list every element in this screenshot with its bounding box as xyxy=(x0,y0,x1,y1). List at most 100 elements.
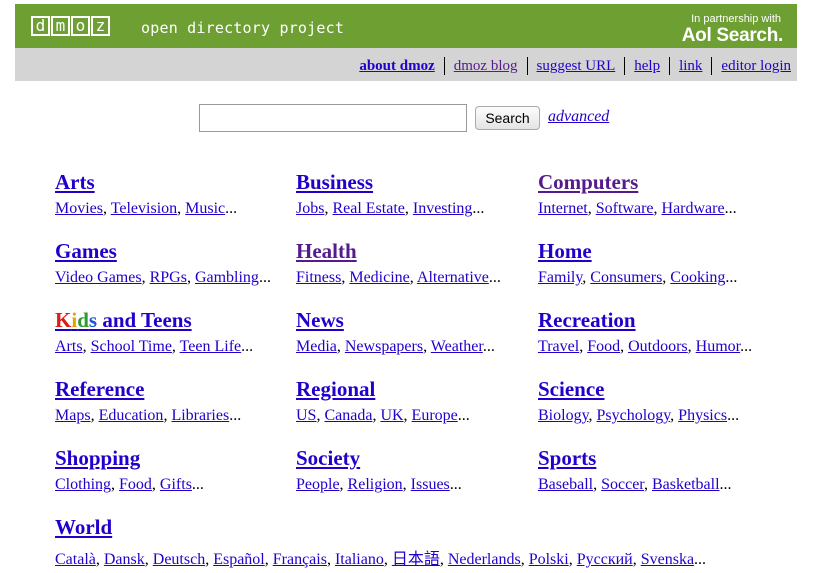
subcategory-link[interactable]: People xyxy=(296,476,340,493)
subcategory-link[interactable]: Biology xyxy=(538,407,589,424)
subcategory-link[interactable]: Education xyxy=(99,407,164,424)
category-title[interactable]: Home xyxy=(538,239,592,264)
subcategory-link[interactable]: Canada xyxy=(324,407,372,424)
subcategory-link[interactable]: Newspapers xyxy=(345,338,423,355)
subcategory-link[interactable]: Real Estate xyxy=(332,200,404,217)
subcategory-link[interactable]: Deutsch xyxy=(153,551,205,568)
subcategory-separator: , xyxy=(82,338,91,355)
nav-help[interactable]: help xyxy=(634,58,660,75)
subcategory-link[interactable]: Jobs xyxy=(296,200,324,217)
subcategory-link[interactable]: Alternative xyxy=(417,269,489,286)
subcategory-link[interactable]: Travel xyxy=(538,338,579,355)
subcategory-link[interactable]: Weather xyxy=(431,338,483,355)
dmoz-logo[interactable]: d m o z xyxy=(31,16,110,36)
subcategory-link[interactable]: Video Games xyxy=(55,269,142,286)
subcategory-link[interactable]: Food xyxy=(119,476,152,493)
category-title[interactable]: World xyxy=(55,515,112,540)
category-title[interactable]: Society xyxy=(296,446,360,471)
category-business: Business Jobs, Real Estate, Investing... xyxy=(296,170,484,217)
subcategory-link[interactable]: Libraries xyxy=(171,407,229,424)
search-button[interactable]: Search xyxy=(475,106,540,130)
subcategory-link[interactable]: Nederlands xyxy=(448,551,521,568)
subcategory-link[interactable]: Dansk xyxy=(104,551,145,568)
subcategory-link[interactable]: Basketball xyxy=(652,476,720,493)
category-title[interactable]: Arts xyxy=(55,170,95,195)
nav-link[interactable]: link xyxy=(679,58,702,75)
subcategory-link[interactable]: Català xyxy=(55,551,96,568)
subcategory-link[interactable]: US xyxy=(296,407,316,424)
subcategory-link[interactable]: Consumers xyxy=(590,269,662,286)
subcategory-link[interactable]: Psychology xyxy=(597,407,671,424)
subcategory-list: Internet, Software, Hardware... xyxy=(538,200,737,218)
advanced-search-link[interactable]: advanced xyxy=(548,108,609,126)
subcategory-link[interactable]: Maps xyxy=(55,407,91,424)
subcategory-link[interactable]: Outdoors xyxy=(628,338,688,355)
category-title[interactable]: Recreation xyxy=(538,308,636,333)
subcategory-link[interactable]: Italiano xyxy=(335,551,384,568)
subcategory-link[interactable]: Music xyxy=(185,200,225,217)
subcategory-ellipsis: ... xyxy=(725,269,738,286)
subcategory-link[interactable]: Television xyxy=(111,200,177,217)
subcategory-link[interactable]: Media xyxy=(296,338,337,355)
kids-letter: s xyxy=(88,308,98,332)
category-title[interactable]: Business xyxy=(296,170,373,195)
subcategory-list: People, Religion, Issues... xyxy=(296,476,462,494)
subcategory-link[interactable]: Food xyxy=(587,338,620,355)
category-title[interactable]: Health xyxy=(296,239,357,264)
top-nav-bar: about dmoz dmoz blog suggest URL help li… xyxy=(15,48,797,81)
subcategory-link[interactable]: Español xyxy=(213,551,265,568)
subcategory-link[interactable]: Soccer xyxy=(601,476,644,493)
subcategory-link[interactable]: Movies xyxy=(55,200,103,217)
subcategory-separator: , xyxy=(144,551,153,568)
subcategory-link[interactable]: School Time xyxy=(91,338,172,355)
subcategory-link[interactable]: Internet xyxy=(538,200,588,217)
nav-about-dmoz[interactable]: about dmoz xyxy=(359,58,434,75)
category-title[interactable]: Computers xyxy=(538,170,638,195)
category-title[interactable]: Games xyxy=(55,239,117,264)
subcategory-link[interactable]: Clothing xyxy=(55,476,111,493)
category-title[interactable]: Sports xyxy=(538,446,596,471)
subcategory-link[interactable]: Fitness xyxy=(296,269,341,286)
nav-dmoz-blog[interactable]: dmoz blog xyxy=(454,58,518,75)
subcategory-link[interactable]: Gambling xyxy=(195,269,259,286)
aol-search-logo[interactable]: Aol Search. xyxy=(682,25,784,47)
subcategory-link[interactable]: Arts xyxy=(55,338,83,355)
subcategory-link[interactable]: Medicine xyxy=(349,269,409,286)
subcategory-link[interactable]: Europe xyxy=(412,407,458,424)
category-title[interactable]: Reference xyxy=(55,377,144,402)
category-title[interactable]: Regional xyxy=(296,377,375,402)
subcategory-ellipsis: ... xyxy=(258,269,271,286)
category-arts: Arts Movies, Television, Music... xyxy=(55,170,237,217)
subcategory-link[interactable]: Physics xyxy=(678,407,727,424)
subcategory-link[interactable]: Humor xyxy=(696,338,740,355)
subcategory-link[interactable]: Français xyxy=(273,551,327,568)
category-title[interactable]: News xyxy=(296,308,344,333)
subcategory-link[interactable]: 日本語 xyxy=(392,551,440,568)
subcategory-link[interactable]: Investing xyxy=(413,200,473,217)
subcategory-link[interactable]: Gifts xyxy=(160,476,192,493)
category-title[interactable]: Shopping xyxy=(55,446,140,471)
subcategory-separator: , xyxy=(404,200,413,217)
subcategory-ellipsis: ... xyxy=(229,407,242,424)
subcategory-link[interactable]: RPGs xyxy=(150,269,187,286)
nav-editor-login[interactable]: editor login xyxy=(721,58,791,75)
nav-suggest-url[interactable]: suggest URL xyxy=(537,58,616,75)
category-science: Science Biology, Psychology, Physics... xyxy=(538,377,739,424)
subcategory-link[interactable]: Baseball xyxy=(538,476,593,493)
subcategory-link[interactable]: Issues xyxy=(411,476,450,493)
category-title-kids-and-teens[interactable]: Kids and Teens xyxy=(55,308,192,333)
subcategory-link[interactable]: UK xyxy=(380,407,403,424)
subcategory-link[interactable]: Religion xyxy=(348,476,403,493)
subcategory-separator: , xyxy=(620,338,629,355)
subcategory-link[interactable]: Русский xyxy=(577,551,633,568)
subcategory-link[interactable]: Cooking xyxy=(670,269,725,286)
subcategory-link[interactable]: Teen Life xyxy=(180,338,242,355)
subcategory-link[interactable]: Software xyxy=(596,200,654,217)
category-world: World Català, Dansk, Deutsch, Español, F… xyxy=(55,515,706,568)
subcategory-link[interactable]: Family xyxy=(538,269,582,286)
subcategory-link[interactable]: Svenska xyxy=(641,551,694,568)
search-input[interactable] xyxy=(199,104,467,132)
category-title[interactable]: Science xyxy=(538,377,604,402)
subcategory-link[interactable]: Hardware xyxy=(662,200,725,217)
subcategory-link[interactable]: Polski xyxy=(529,551,569,568)
